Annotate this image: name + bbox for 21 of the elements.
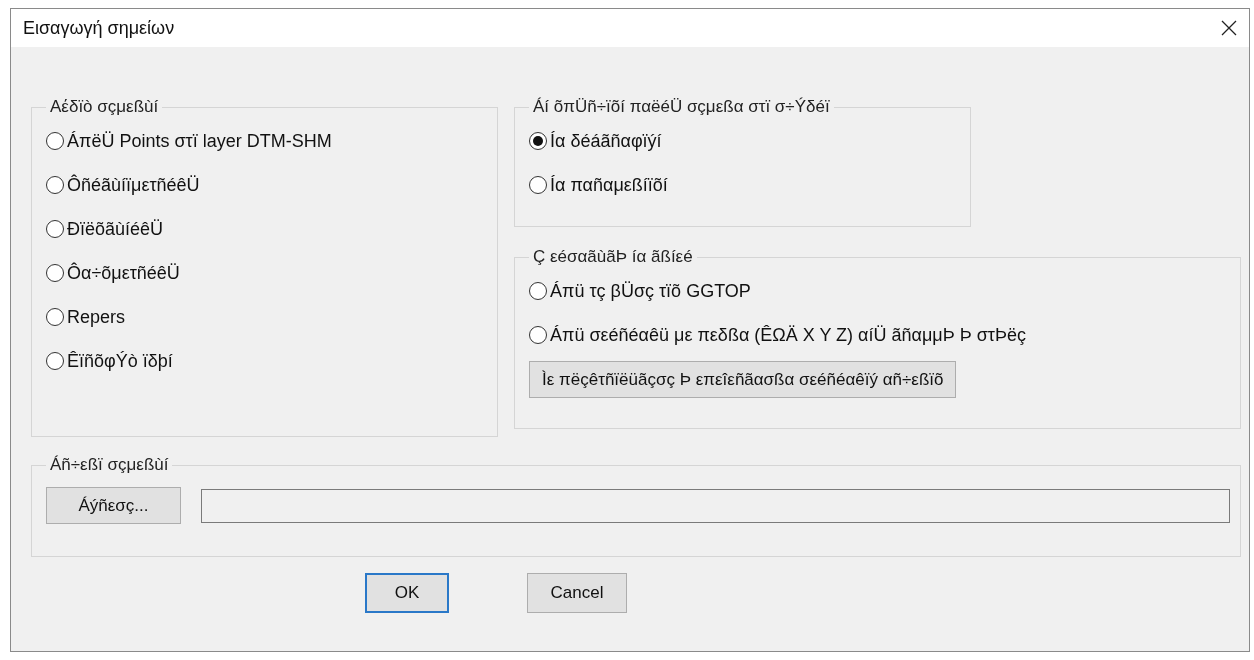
window-title: Εισαγωγή σημείων <box>23 17 175 39</box>
ok-button[interactable]: OK <box>365 573 449 613</box>
radio-option[interactable]: Áπü σεéñéαêü με πεδßα (ÊΩÄ X Y Z) αíÜ ãñαμμÞ Þ στÞëç <box>529 315 1230 355</box>
group-label: Ç εéσαãùãÞ íα ãßíεé <box>532 247 694 267</box>
radio-option[interactable]: ÐïëõãùíéêÜ <box>46 209 487 249</box>
close-icon[interactable] <box>1221 20 1237 36</box>
file-path-field[interactable] <box>201 488 1230 523</box>
group-label: Áí õπÜñ÷ïõí παëéÜ σçμεßα στï σ÷Ýδéï <box>532 97 831 117</box>
browse-button[interactable]: Áýñεσç... <box>46 487 181 524</box>
radio-option[interactable]: ÁπëÜ Points στï layer DTM-SHM <box>46 121 487 161</box>
group-label: Áñ÷εßï σçμεßùí <box>49 455 170 475</box>
radio-option[interactable]: ÔñéãùíïμετñéêÜ <box>46 165 487 205</box>
group-label: Αέδïò σçμεßùí <box>49 97 160 117</box>
radio-option[interactable]: Ôα÷õμετñéêÜ <box>46 253 487 293</box>
radio-option[interactable]: Íα παñαμεßíïõí <box>529 165 960 205</box>
radio-option[interactable]: Repers <box>46 297 487 337</box>
radio-option[interactable]: Íα δéáãñαφïýí <box>529 121 960 161</box>
keyboard-entry-button[interactable]: Ìε πëçêτñïëüãçσç Þ επεîεñãασßα σεéñéαêïý αñ÷εßïõ <box>529 361 957 398</box>
radio-option[interactable]: Áπü τç βÜσç τïõ GGTOP <box>529 271 1230 311</box>
radio-option[interactable]: ÊïñõφÝò ïδþí <box>46 341 487 381</box>
cancel-button[interactable]: Cancel <box>527 573 627 613</box>
